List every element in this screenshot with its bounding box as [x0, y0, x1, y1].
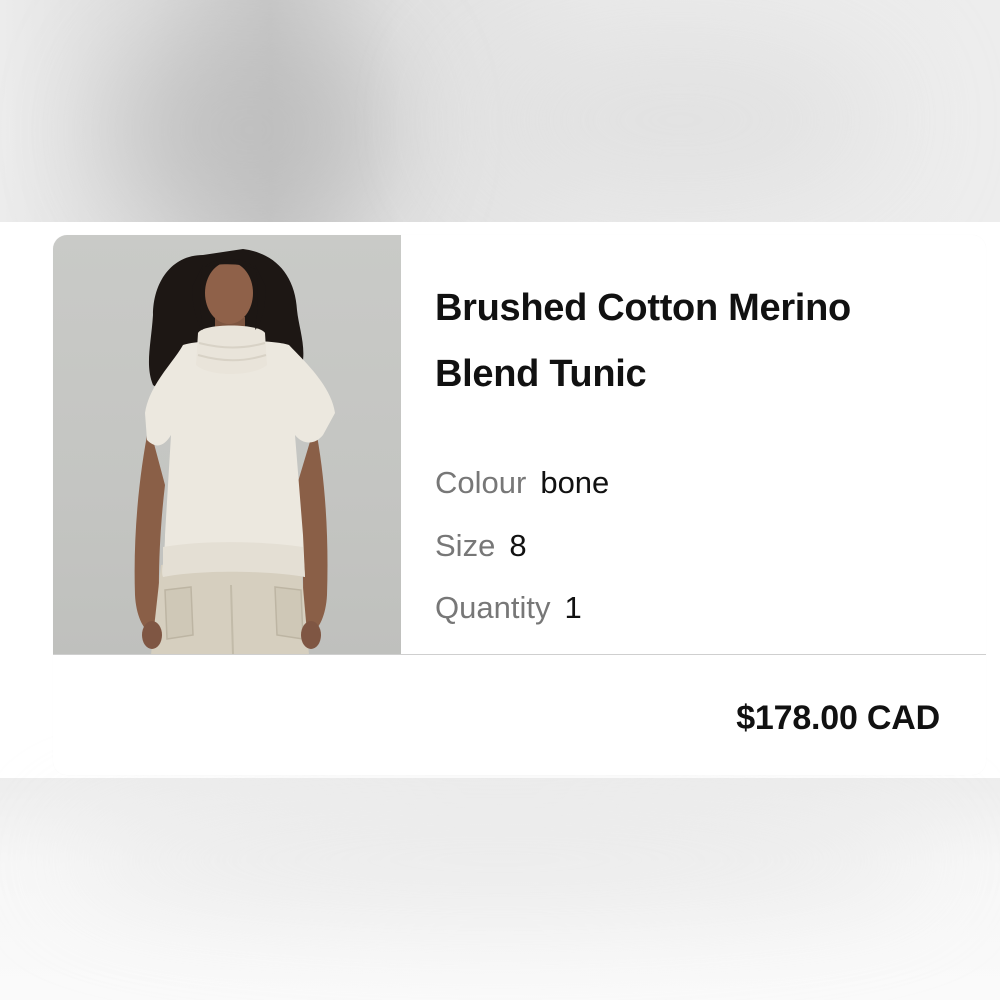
quantity-attribute: Quantity 1 — [435, 590, 582, 626]
product-title-line: Blend Tunic — [435, 353, 647, 395]
size-value: 8 — [509, 528, 527, 563]
background-blur — [470, 40, 890, 200]
item-price: $178.00 CAD — [736, 699, 940, 737]
quantity-value: 1 — [564, 590, 582, 625]
colour-value: bone — [540, 465, 610, 500]
cart-item-row[interactable]: Brushed Cotton Merino Blend Tunic Colour b… — [53, 235, 986, 655]
size-attribute: Size 8 — [435, 528, 527, 564]
divider — [53, 654, 986, 655]
product-title[interactable]: Brushed Cotton Merino Blend Tunic — [435, 275, 955, 407]
item-details: Brushed Cotton Merino Blend Tunic — [435, 275, 955, 407]
colour-attribute: Colour bone — [435, 465, 609, 501]
model-illustration — [134, 249, 335, 655]
size-label: Size — [435, 528, 496, 563]
product-image[interactable] — [53, 235, 401, 655]
colour-label: Colour — [435, 465, 527, 500]
background-blur — [60, 800, 940, 920]
product-title-line: Brushed Cotton Merino — [435, 287, 851, 329]
background-blur — [110, 20, 390, 240]
quantity-label: Quantity — [435, 590, 551, 625]
cart-item-card: Brushed Cotton Merino Blend Tunic Colour b… — [53, 235, 986, 775]
